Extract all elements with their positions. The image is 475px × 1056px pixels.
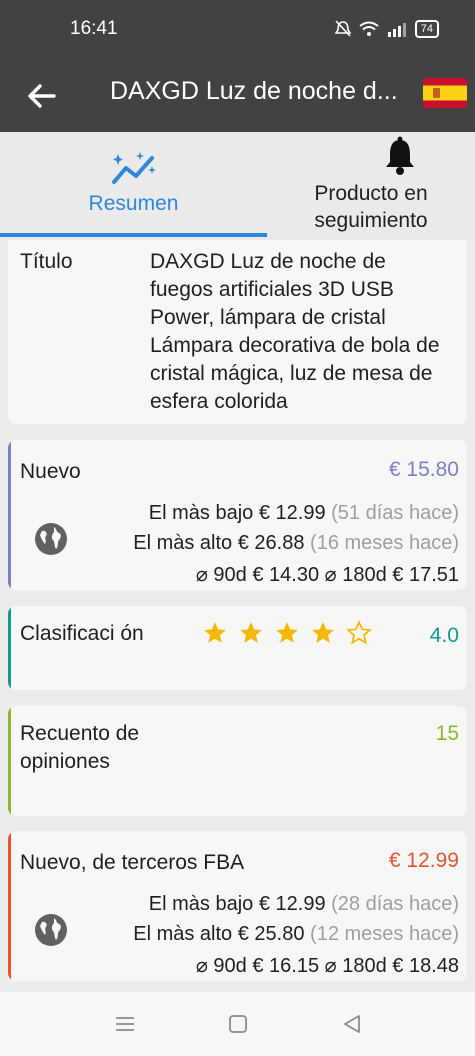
active-tab-indicator (0, 233, 267, 237)
price-card-fba[interactable]: Nuevo, de terceros FBA € 12.99 El màs ba… (8, 831, 467, 981)
review-count-card[interactable]: Recuento de opiniones 15 (8, 706, 467, 816)
lowest-price-row: El màs bajo € 12.99 (51 días hace) (149, 502, 459, 525)
highest-when: (16 meses hace) (310, 532, 459, 554)
chart-sparkle-icon (112, 152, 156, 184)
lowest-price: € 12.99 (258, 502, 326, 524)
title-label: Título (20, 250, 73, 273)
lowest-price: € 12.99 (258, 893, 326, 915)
lowest-when: (28 días hace) (331, 893, 459, 915)
price-label: Nuevo, de terceros FBA (20, 851, 245, 874)
tab-label: Producto en seguimiento (314, 182, 428, 232)
price-value: € 12.99 (388, 849, 459, 872)
home-icon[interactable] (226, 1012, 250, 1036)
lowest-label: El màs bajo (148, 502, 254, 524)
tab-bar: Resumen Producto en seguimiento (0, 132, 475, 240)
highest-label: El màs alto (133, 923, 233, 945)
title-value: DAXGD Luz de noche de fuegos artificiale… (150, 250, 440, 413)
highest-when: (12 meses hace) (310, 923, 459, 945)
menu-icon[interactable] (113, 1012, 137, 1036)
wifi-icon (359, 21, 379, 36)
title-row: Título DAXGD Luz de noche de fuegos arti… (8, 240, 467, 424)
star-filled-icon (276, 622, 298, 643)
signal-icon (387, 23, 406, 37)
battery-icon: 74 (414, 20, 439, 38)
highest-label: El màs alto (133, 532, 233, 554)
star-filled-icon (312, 622, 334, 643)
price-label: Nuevo (20, 460, 81, 483)
status-icons: 74 (334, 20, 439, 38)
arrow-left-icon[interactable] (24, 78, 60, 114)
page-title: DAXGD Luz de noche d... (110, 77, 398, 105)
star-filled-icon (240, 622, 262, 643)
globe-icon (35, 523, 67, 555)
accent-bar (8, 706, 11, 816)
spain-flag-icon[interactable] (423, 78, 467, 108)
bell-icon (386, 136, 414, 175)
accent-bar (8, 606, 11, 690)
average-price-row: ⌀ 90d € 14.30 ⌀ 180d € 17.51 (195, 564, 459, 586)
app-bar: DAXGD Luz de noche d... (0, 62, 475, 132)
highest-price-row: El màs alto € 25.80 (12 meses hace) (133, 923, 459, 946)
highest-price-row: El màs alto € 26.88 (16 meses hace) (133, 532, 459, 555)
accent-bar (8, 831, 11, 981)
highest-price: € 26.88 (237, 532, 305, 554)
price-card-nuevo[interactable]: Nuevo € 15.80 El màs bajo € 12.99 (51 dí… (8, 440, 467, 590)
rating-stars (202, 620, 372, 646)
tab-resumen[interactable]: Resumen (0, 132, 267, 240)
lowest-label: El màs bajo (148, 893, 254, 915)
back-triangle-icon[interactable] (340, 1012, 364, 1036)
status-bar: 16:41 74 (0, 0, 475, 62)
globe-icon (35, 914, 67, 946)
highest-price: € 25.80 (237, 923, 305, 945)
mute-icon (334, 20, 351, 37)
rating-card[interactable]: Clasificaci ón 4.0 (8, 606, 467, 690)
price-value: € 15.80 (388, 458, 459, 481)
star-empty-icon (346, 620, 372, 645)
review-count-label: Recuento de opiniones (20, 722, 140, 773)
status-time: 16:41 (70, 18, 118, 39)
tab-producto-seguimiento[interactable]: Producto en seguimiento (267, 132, 475, 240)
accent-bar (8, 440, 11, 590)
review-count-value: 15 (435, 722, 459, 745)
lowest-when: (51 días hace) (331, 502, 459, 524)
summary-list[interactable]: Título DAXGD Luz de noche de fuegos arti… (0, 240, 475, 988)
lowest-price-row: El màs bajo € 12.99 (28 días hace) (149, 893, 459, 916)
system-nav-bar (0, 992, 475, 1056)
rating-value: 4.0 (429, 624, 459, 647)
star-filled-icon (204, 622, 226, 643)
rating-label: Clasificaci ón (20, 622, 144, 645)
average-price-row: ⌀ 90d € 16.15 ⌀ 180d € 18.48 (195, 955, 459, 977)
tab-label: Resumen (88, 192, 179, 215)
